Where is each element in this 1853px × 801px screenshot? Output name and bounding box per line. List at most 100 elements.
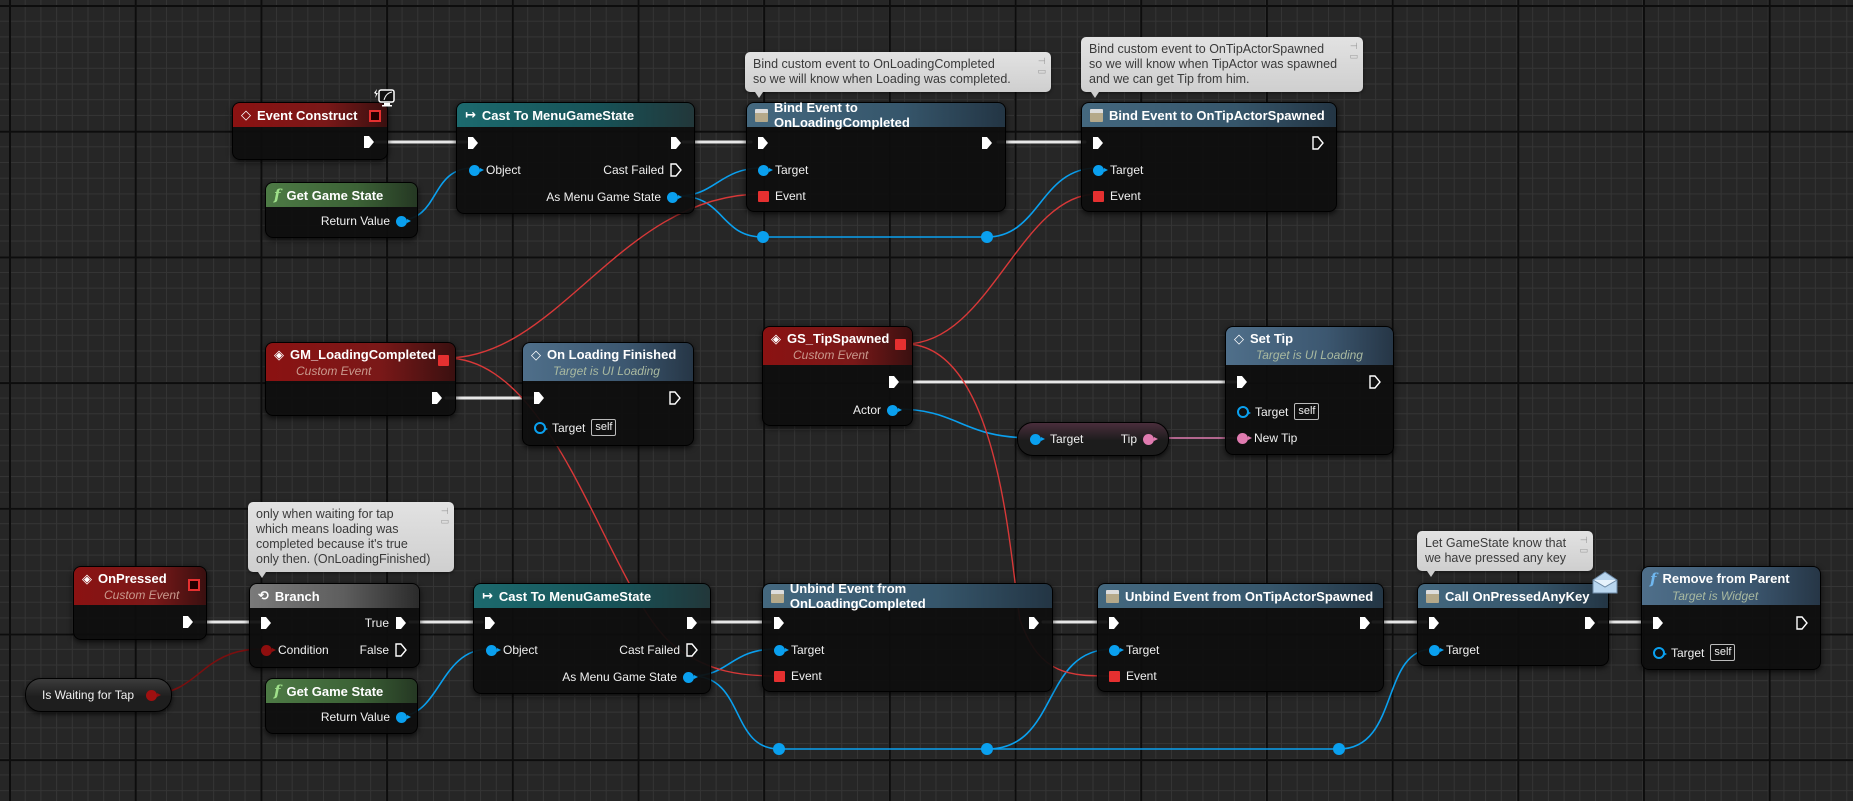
exec-in-pin[interactable] [1652,616,1664,630]
node-cast-to-menugamestate[interactable]: ↦ Cast To MenuGameState Object Cast Fail… [473,583,711,694]
event-pin[interactable] [758,190,769,202]
pin-icon[interactable]: ⊣ ▭ [1579,535,1588,555]
event-pin[interactable] [1093,190,1104,202]
reroute-knot[interactable] [981,231,993,243]
return-value-pin[interactable] [396,711,411,723]
pin-label: Object [503,643,538,657]
exec-in-pin[interactable] [484,616,496,630]
bool-out-pin[interactable] [146,689,161,701]
pin-icon[interactable]: ⊣ ▭ [440,506,449,526]
exec-out-pin[interactable] [686,616,698,630]
target-pin[interactable] [1093,164,1108,176]
delegate-out-pin[interactable] [188,579,200,591]
node-gs-tip-spawned[interactable]: ◈ GS_TipSpawned Custom Event Actor [762,326,913,426]
object-pin[interactable] [469,164,484,176]
exec-in-pin[interactable] [467,136,479,150]
comment-line: Bind custom event to OnTipActorSpawned [1089,42,1325,56]
exec-in-pin[interactable] [757,136,769,150]
exec-out-pin[interactable] [1584,616,1596,630]
exec-out-pin[interactable] [431,391,443,405]
exec-out-pin[interactable] [669,391,681,405]
pin-icon[interactable]: ⊣ ▭ [1349,41,1358,61]
self-default: self [1294,403,1320,420]
node-event-construct[interactable]: ◇ Event Construct [232,102,388,160]
cast-failed-pin[interactable] [686,643,698,657]
node-bind-event-tip[interactable]: Bind Event to OnTipActorSpawned Target E… [1081,102,1337,212]
exec-in-pin[interactable] [260,616,272,630]
reroute-knot[interactable] [773,743,785,755]
node-is-waiting-for-tap[interactable]: Is Waiting for Tap [25,678,172,712]
node-bind-event-loading[interactable]: Bind Event to OnLoadingCompleted Target … [746,100,1006,212]
event-pin[interactable] [1109,670,1120,682]
delegate-out-pin[interactable] [438,355,449,366]
target-pin[interactable] [774,644,789,656]
condition-pin[interactable] [261,644,276,656]
pin-label: Object [486,163,521,177]
target-pin[interactable] [534,421,548,434]
node-title: Bind Event to OnLoadingCompleted [773,100,910,130]
target-pin[interactable] [1653,646,1667,659]
node-title: Remove from Parent [1662,571,1790,586]
node-title: Cast To MenuGameState [481,107,635,123]
exec-out-pin[interactable] [1312,136,1324,150]
reroute-knot[interactable] [1333,743,1345,755]
delegate-pin[interactable] [369,110,381,122]
cast-failed-pin[interactable] [670,163,682,177]
true-exec-pin[interactable] [395,616,407,630]
false-exec-pin[interactable] [395,643,407,657]
comment-bind-loading[interactable]: Bind custom event to OnLoadingCompleted … [745,52,1051,98]
pin-label: False [359,643,389,657]
tip-pin[interactable] [1143,433,1158,445]
node-branch[interactable]: ⟲ Branch True Condition False [249,583,420,668]
exec-out-pin[interactable] [1796,616,1808,630]
node-get-game-state[interactable]: f Get Game State Return Value [265,182,418,238]
exec-in-pin[interactable] [1092,136,1104,150]
exec-in-pin[interactable] [533,391,545,405]
as-menu-game-state-pin[interactable] [683,671,698,683]
node-get-game-state[interactable]: f Get Game State Return Value [265,678,418,734]
exec-in-pin[interactable] [773,616,785,630]
target-pin[interactable] [1030,433,1045,445]
node-gm-loading-completed[interactable]: ◈ GM_LoadingCompleted Custom Event [265,342,456,416]
object-pin[interactable] [486,644,501,656]
reroute-knot[interactable] [981,743,993,755]
node-cast-to-menugamestate[interactable]: ↦ Cast To MenuGameState Object Cast Fail… [456,102,695,214]
exec-out-pin[interactable] [1369,375,1381,389]
comment-bind-tip[interactable]: Bind custom event to OnTipActorSpawned s… [1081,37,1363,98]
return-value-pin[interactable] [396,215,411,227]
comment-branch[interactable]: only when waiting for tap which means lo… [248,502,454,578]
target-pin[interactable] [758,164,773,176]
pin-label: Target [1255,404,1289,419]
exec-out-pin[interactable] [888,375,900,389]
exec-in-pin[interactable] [1108,616,1120,630]
as-menu-game-state-pin[interactable] [667,191,682,203]
new-tip-pin[interactable] [1237,432,1252,444]
exec-out-pin[interactable] [670,136,682,150]
event-pin[interactable] [774,670,785,682]
exec-out-pin[interactable] [1028,616,1040,630]
exec-out-pin[interactable] [363,135,375,149]
node-get-tip[interactable]: Target Tip [1017,422,1169,456]
actor-pin[interactable] [887,404,902,416]
target-pin[interactable] [1237,405,1251,418]
node-remove-from-parent[interactable]: f Remove from Parent Target is Widget Ta… [1641,566,1821,670]
exec-out-pin[interactable] [981,136,993,150]
node-unbind-event-tip[interactable]: Unbind Event from OnTipActorSpawned Targ… [1097,583,1384,692]
pin-icon[interactable]: ⊣ ▭ [1037,56,1046,76]
exec-out-pin[interactable] [1359,616,1371,630]
node-unbind-event-loading[interactable]: Unbind Event from OnLoadingCompleted Tar… [762,581,1053,692]
delegate-icon [771,589,784,603]
exec-out-pin[interactable] [182,615,194,629]
target-pin[interactable] [1429,644,1444,656]
comment-call-pressed[interactable]: Let GameState know that we have pressed … [1417,531,1593,577]
delegate-out-pin[interactable] [895,339,906,350]
exec-in-pin[interactable] [1236,375,1248,389]
exec-in-pin[interactable] [1428,616,1440,630]
node-on-pressed[interactable]: ◈ OnPressed Custom Event [73,566,207,640]
reroute-knot[interactable] [757,231,769,243]
target-pin[interactable] [1109,644,1124,656]
node-on-loading-finished[interactable]: ◇ On Loading Finished Target is UI Loadi… [522,342,694,446]
node-call-on-pressed-any-key[interactable]: Call OnPressedAnyKey Target [1417,583,1609,666]
comment-line: Bind custom event to OnLoadingCompleted [753,57,995,71]
node-set-tip[interactable]: ◇ Set Tip Target is UI Loading Target sel… [1225,326,1394,455]
